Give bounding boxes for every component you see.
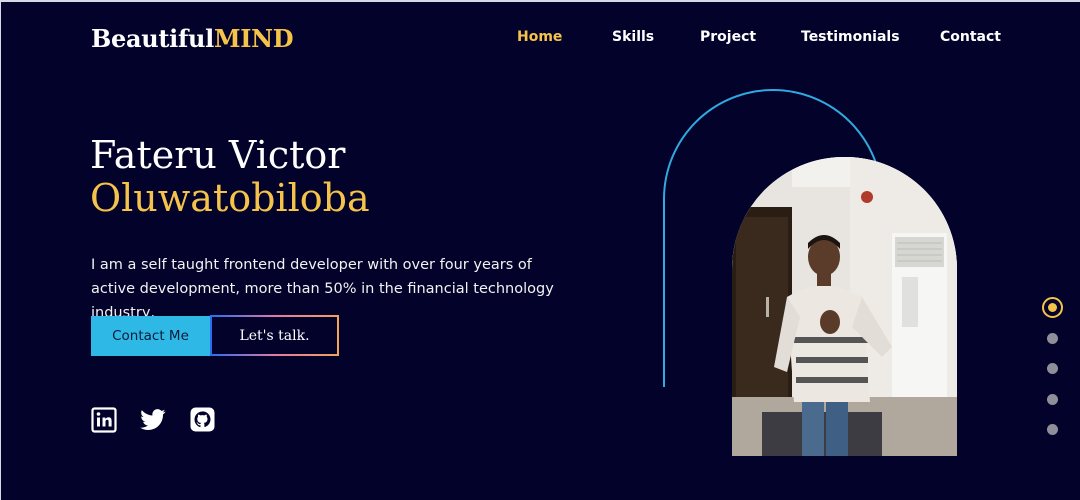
hero-name: Fateru Victor Oluwatobiloba xyxy=(90,134,370,220)
nav-testimonials[interactable]: Testimonials xyxy=(801,29,940,45)
pager-dot-5[interactable] xyxy=(1047,424,1058,435)
hero-last-name: Oluwatobiloba xyxy=(90,176,370,220)
profile-photo xyxy=(732,157,957,456)
twitter-icon[interactable] xyxy=(140,409,166,431)
pager-dot-3[interactable] xyxy=(1047,363,1058,374)
pager-dot-4[interactable] xyxy=(1047,394,1058,405)
hero-first-name: Fateru Victor xyxy=(90,133,346,177)
pager-dot-2[interactable] xyxy=(1047,333,1058,344)
nav-home[interactable]: Home xyxy=(517,29,612,45)
brand-logo[interactable]: BeautifulMIND xyxy=(91,24,294,53)
nav-project[interactable]: Project xyxy=(700,29,801,45)
pager-dot-1[interactable] xyxy=(1042,297,1063,318)
github-icon[interactable] xyxy=(189,406,216,433)
brand-name-part2: MIND xyxy=(213,24,294,53)
contact-me-button[interactable]: Contact Me xyxy=(91,316,210,356)
nav-skills[interactable]: Skills xyxy=(612,29,700,45)
nav-contact[interactable]: Contact xyxy=(940,29,1001,45)
brand-name-part1: Beautiful xyxy=(91,24,214,53)
lets-talk-button[interactable]: Let's talk. xyxy=(210,315,339,356)
linkedin-icon[interactable] xyxy=(91,407,117,433)
main-nav: Home Skills Project Testimonials Contact xyxy=(517,29,1001,45)
